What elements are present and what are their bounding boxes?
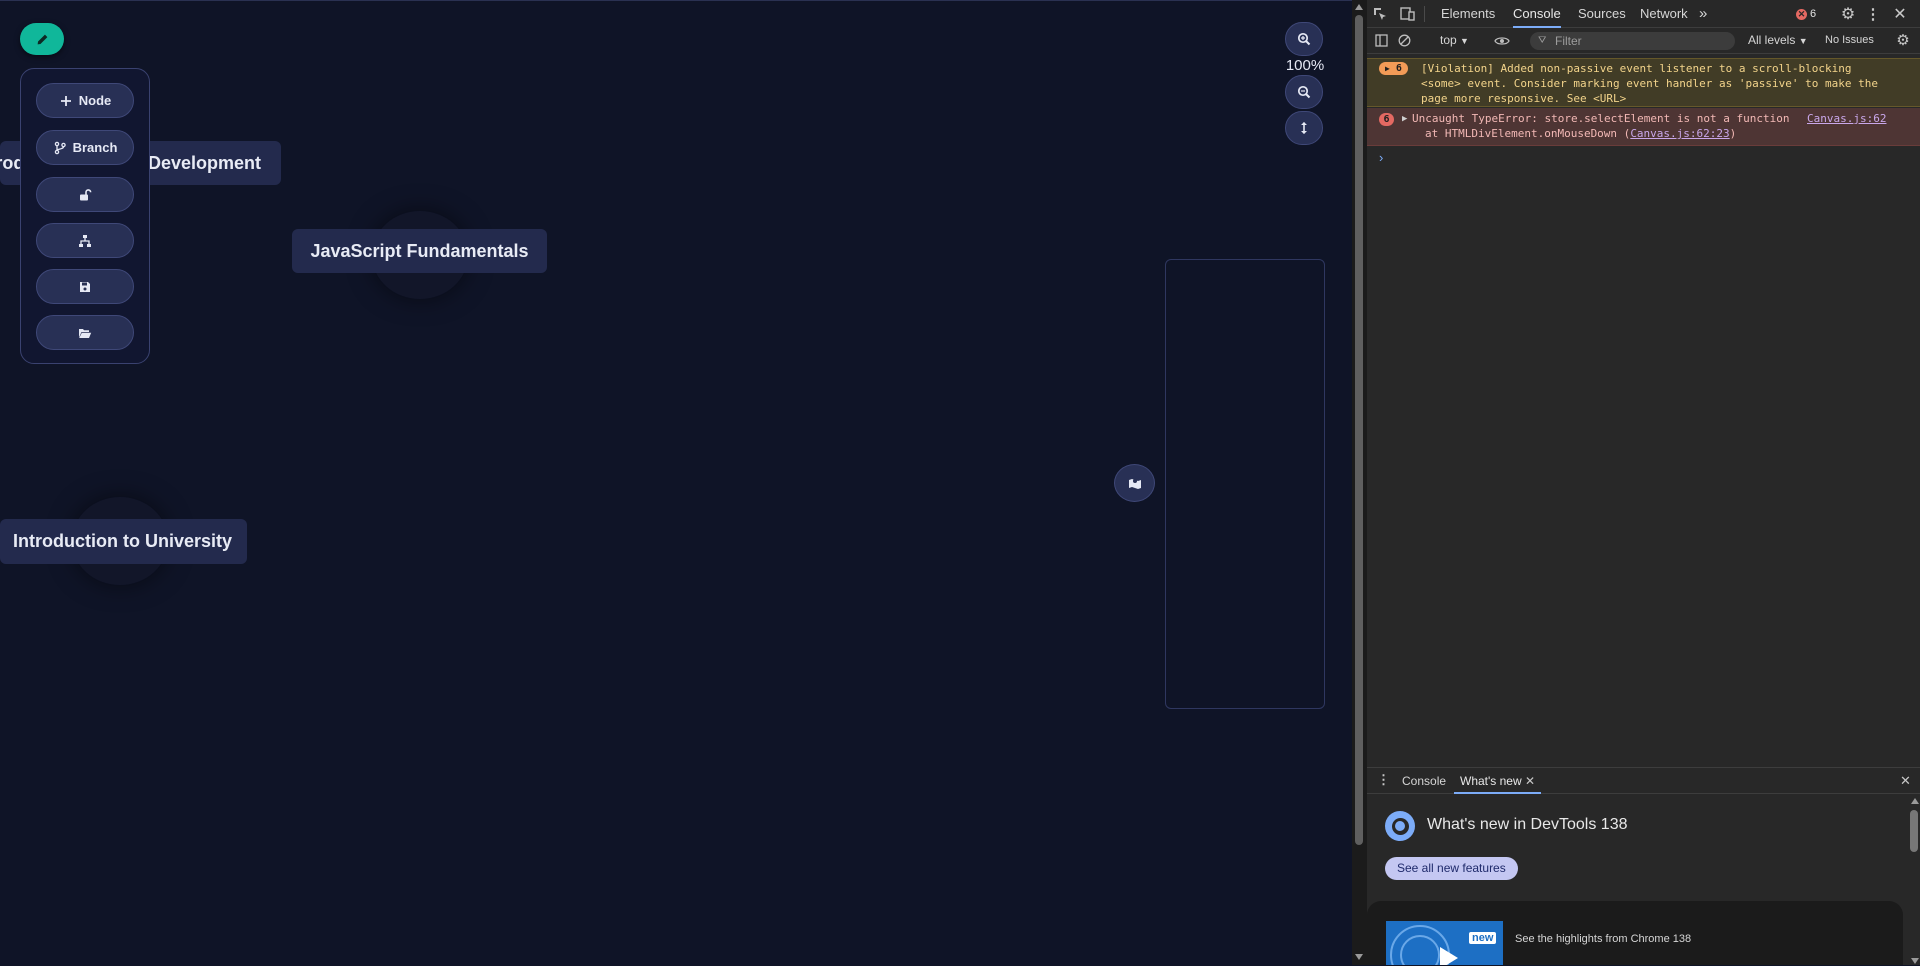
log-levels-label: All levels: [1748, 33, 1796, 47]
more-options-icon[interactable]: ⋮: [1866, 5, 1881, 23]
error-source-link[interactable]: Canvas.js:62: [1807, 111, 1886, 126]
plus-icon: [60, 95, 71, 106]
tab-sources[interactable]: Sources: [1578, 0, 1626, 28]
devtools-panel: Elements Console Sources Network » ✕ 6 ⚙…: [1367, 0, 1920, 965]
warning-text: [Violation] Added non-passive event list…: [1421, 62, 1852, 75]
console-error-message[interactable]: 6 ▶ Uncaught TypeError: store.selectElem…: [1367, 108, 1920, 146]
whats-new-heading: What's new in DevTools 138: [1427, 816, 1628, 833]
node-javascript-fundamentals[interactable]: JavaScript Fundamentals: [292, 229, 547, 273]
console-warning-message[interactable]: ▶ 6 [Violation] Added non-passive event …: [1367, 58, 1920, 107]
divider: [1424, 6, 1425, 22]
chevron-down-icon: ▼: [1460, 36, 1469, 46]
scroll-thumb[interactable]: [1355, 15, 1363, 845]
console-toolbar: top ▼ ⛛ Filter All levels ▼ No Issues ⚙: [1367, 28, 1920, 54]
warning-text: page more responsive. See <URL>: [1421, 92, 1627, 105]
card-description: See the highlights from Chrome 138: [1515, 933, 1692, 945]
chevron-down-icon: ▼: [1798, 36, 1808, 46]
sidebar-toggle-icon[interactable]: [1374, 33, 1389, 48]
zoom-in-button[interactable]: [1285, 22, 1323, 56]
add-branch-label: Branch: [72, 140, 118, 155]
live-expression-eye-icon[interactable]: [1493, 33, 1511, 48]
warning-text: <some> event. Consider marking event han…: [1421, 77, 1878, 90]
error-count-badge[interactable]: ✕ 6: [1796, 7, 1816, 21]
chrome-logo-icon: [1385, 811, 1415, 841]
tab-console[interactable]: Console: [1513, 0, 1561, 28]
settings-gear-icon[interactable]: ⚙: [1839, 5, 1857, 23]
folder-open-icon: [79, 328, 92, 338]
map-icon: [1128, 479, 1141, 489]
close-drawer-icon[interactable]: ✕: [1900, 773, 1911, 789]
clear-console-icon[interactable]: [1397, 33, 1412, 48]
inspect-element-icon[interactable]: [1372, 6, 1388, 22]
zoom-out-icon: [1297, 85, 1311, 99]
close-devtools-icon[interactable]: ✕: [1891, 5, 1909, 23]
context-selector[interactable]: top ▼: [1440, 33, 1469, 47]
drawer-scrollbar[interactable]: [1907, 796, 1920, 966]
stack-source-link[interactable]: Canvas.js:62:23: [1630, 127, 1729, 140]
toggle-minimap-button[interactable]: [1114, 464, 1155, 502]
add-branch-button[interactable]: Branch: [36, 130, 134, 165]
fit-to-screen-button[interactable]: [1285, 111, 1323, 145]
warning-count-badge: ▶ 6: [1379, 62, 1408, 75]
context-label: top: [1440, 33, 1457, 47]
open-file-button[interactable]: [36, 315, 134, 350]
minimap[interactable]: [1165, 259, 1325, 709]
branch-icon: [54, 141, 66, 154]
log-levels-dropdown[interactable]: All levels ▼: [1748, 33, 1808, 47]
see-all-features-button[interactable]: See all new features: [1385, 857, 1518, 880]
auto-layout-button[interactable]: [36, 223, 134, 258]
save-button[interactable]: [36, 269, 134, 304]
add-node-label: Node: [78, 93, 112, 108]
node-label: Introduction to University: [13, 531, 233, 551]
mind-map-canvas[interactable]: Introduction to Web Development JavaScri…: [0, 0, 1352, 965]
console-filter-input[interactable]: ⛛ Filter: [1530, 32, 1735, 50]
play-icon: [1440, 947, 1458, 965]
fit-vertical-icon: [1301, 122, 1307, 134]
scroll-down-arrow[interactable]: [1355, 954, 1363, 960]
drawer-tab-bar: ⋮ Console What's new ✕ ✕: [1367, 768, 1920, 794]
pencil-icon: [37, 34, 47, 44]
drawer-tab-console[interactable]: Console: [1402, 774, 1446, 788]
whats-new-video-card[interactable]: new See the highlights from Chrome 138: [1367, 901, 1903, 965]
drawer-menu-icon[interactable]: ⋮: [1377, 772, 1390, 788]
save-icon: [80, 281, 90, 292]
more-tabs-icon[interactable]: »: [1699, 0, 1707, 28]
expand-triangle-icon[interactable]: ▶: [1402, 112, 1407, 127]
zoom-level: 100%: [1285, 57, 1325, 74]
sitemap-icon: [79, 234, 91, 247]
video-thumbnail[interactable]: new: [1386, 921, 1503, 965]
tab-elements[interactable]: Elements: [1441, 0, 1495, 28]
node-introduction-university[interactable]: Introduction to University: [0, 519, 247, 564]
error-count: 6: [1810, 8, 1817, 20]
new-badge: new: [1469, 932, 1497, 944]
console-prompt[interactable]: ›: [1379, 150, 1383, 165]
node-label: JavaScript Fundamentals: [310, 240, 529, 261]
add-node-button[interactable]: Node: [36, 83, 134, 118]
devtools-tab-bar: Elements Console Sources Network » ✕ 6 ⚙…: [1367, 0, 1920, 28]
drawer-tab-whats-new[interactable]: What's new ✕: [1454, 768, 1542, 794]
lock-toggle-button[interactable]: [36, 177, 134, 212]
error-text: Uncaught TypeError: store.selectElement …: [1412, 112, 1790, 125]
issues-counter[interactable]: No Issues: [1825, 34, 1874, 46]
page-scrollbar[interactable]: [1352, 0, 1367, 965]
edit-mode-button[interactable]: [20, 23, 64, 55]
filter-icon: ⛛: [1538, 35, 1547, 46]
tool-panel: Node Branch: [20, 68, 150, 364]
device-toolbar-icon[interactable]: [1399, 6, 1415, 22]
error-icon: ✕: [1796, 8, 1807, 20]
error-count-badge: 6: [1379, 113, 1394, 126]
zoom-in-icon: [1297, 32, 1311, 46]
tab-network[interactable]: Network: [1640, 0, 1688, 28]
filter-placeholder: Filter: [1555, 34, 1582, 48]
close-tab-icon[interactable]: ✕: [1525, 774, 1535, 788]
zoom-out-button[interactable]: [1285, 75, 1323, 109]
scroll-up-arrow[interactable]: [1355, 4, 1363, 10]
console-settings-icon[interactable]: ⚙: [1894, 31, 1912, 49]
unlock-icon: [80, 188, 92, 200]
error-stack-line: at HTMLDivElement.onMouseDown (Canvas.js…: [1425, 127, 1737, 140]
